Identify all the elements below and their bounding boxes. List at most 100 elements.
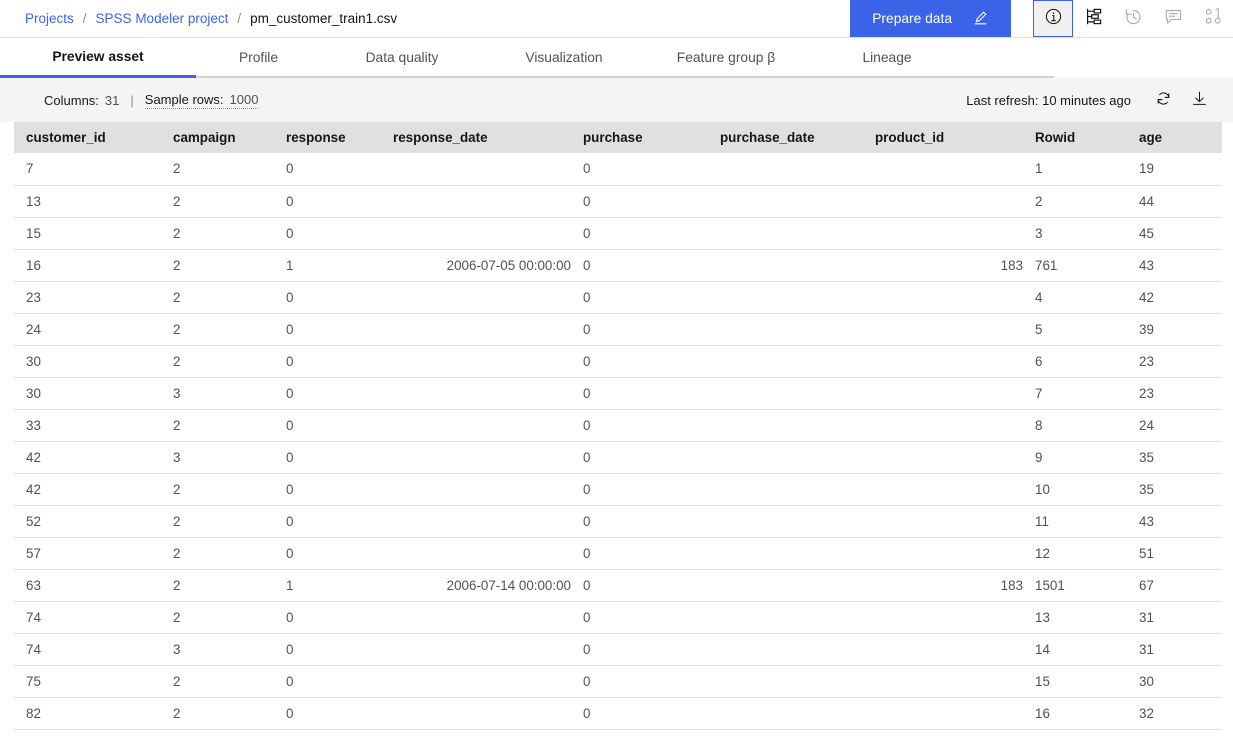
refresh-button[interactable] (1147, 84, 1179, 116)
column-header-campaign[interactable]: campaign (161, 122, 274, 153)
table-row[interactable]: 75 2 0 0 15 30 (14, 665, 1222, 698)
cell-customer_id: 75 (14, 665, 161, 698)
info-icon-button[interactable] (1033, 0, 1073, 37)
cell-age: 43 (1127, 249, 1222, 282)
cell-product_id (863, 441, 1023, 474)
cell-product_id (863, 377, 1023, 410)
cell-response: 0 (274, 377, 381, 410)
cell-age: 35 (1127, 441, 1222, 474)
download-button[interactable] (1183, 84, 1215, 116)
cell-campaign: 2 (161, 601, 274, 634)
table-row[interactable]: 15 2 0 0 3 45 (14, 217, 1222, 250)
comment-icon-button[interactable] (1153, 0, 1193, 37)
cell-purchase: 0 (571, 185, 708, 218)
cell-response_date: 2006-07-05 00:00:00 (381, 249, 571, 282)
cell-customer_id: 13 (14, 185, 161, 218)
cell-response_date (381, 633, 571, 666)
top-bar-actions: Prepare data (850, 0, 1233, 37)
cell-response: 0 (274, 345, 381, 378)
info-bar-actions: Last refresh: 10 minutes ago (966, 84, 1215, 116)
cell-product_id (863, 697, 1023, 730)
column-header-purchase_date[interactable]: purchase_date (708, 122, 863, 153)
table-row[interactable]: 82 2 0 0 16 32 (14, 697, 1222, 730)
cell-purchase: 0 (571, 281, 708, 314)
cell-customer_id: 15 (14, 217, 161, 250)
preview-data-table: customer_id campaign response response_d… (14, 122, 1222, 730)
table-row[interactable]: 52 2 0 0 11 43 (14, 505, 1222, 538)
cell-campaign: 2 (161, 345, 274, 378)
column-header-purchase[interactable]: purchase (571, 122, 708, 153)
cell-purchase_date (708, 185, 863, 218)
history-icon-button[interactable] (1113, 0, 1153, 37)
prepare-data-button[interactable]: Prepare data (850, 0, 1011, 37)
tabs-underline-tail (967, 38, 1054, 78)
column-header-Rowid[interactable]: Rowid (1023, 122, 1127, 153)
table-row[interactable]: 7 2 0 0 1 19 (14, 153, 1222, 186)
cell-campaign: 2 (161, 281, 274, 314)
column-header-age[interactable]: age (1127, 122, 1222, 153)
cell-response_date: 2006-07-14 00:00:00 (381, 569, 571, 602)
tab-lineage[interactable]: Lineage (807, 38, 967, 78)
cell-purchase: 0 (571, 345, 708, 378)
table-row[interactable]: 24 2 0 0 5 39 (14, 313, 1222, 346)
breadcrumb-project-link[interactable]: SPSS Modeler project (96, 11, 229, 26)
cell-Rowid: 2 (1023, 185, 1127, 218)
cell-purchase: 0 (571, 217, 708, 250)
cell-customer_id: 7 (14, 153, 161, 186)
columns-value: 31 (104, 92, 120, 108)
cell-age: 32 (1127, 697, 1222, 730)
cell-customer_id: 16 (14, 249, 161, 282)
cell-purchase_date (708, 473, 863, 506)
cell-response: 0 (274, 441, 381, 474)
table-row[interactable]: 33 2 0 0 8 24 (14, 409, 1222, 442)
cell-age: 23 (1127, 345, 1222, 378)
column-header-product_id[interactable]: product_id (863, 122, 1023, 153)
binary-data-icon-button[interactable] (1193, 0, 1233, 37)
table-row[interactable]: 63 2 1 2006-07-14 00:00:00 0 183 1501 67 (14, 569, 1222, 602)
cell-customer_id: 30 (14, 377, 161, 410)
cell-response: 0 (274, 217, 381, 250)
column-header-response_date[interactable]: response_date (381, 122, 571, 153)
cell-Rowid: 1501 (1023, 569, 1127, 602)
cell-response_date (381, 505, 571, 538)
tab-visualization[interactable]: Visualization (483, 38, 645, 78)
table-row[interactable]: 30 3 0 0 7 23 (14, 377, 1222, 410)
cell-product_id (863, 537, 1023, 570)
column-header-customer_id[interactable]: customer_id (14, 122, 161, 153)
breadcrumb-projects-link[interactable]: Projects (25, 11, 74, 26)
table-body: 7 2 0 0 1 19 13 2 0 0 2 44 15 2 0 0 3 45 16 2 1 2006-07-05 00… (14, 153, 1222, 730)
table-row[interactable]: 16 2 1 2006-07-05 00:00:00 0 183 761 43 (14, 249, 1222, 282)
cell-Rowid: 761 (1023, 249, 1127, 282)
cell-response: 1 (274, 569, 381, 602)
cell-customer_id: 82 (14, 697, 161, 730)
table-row[interactable]: 42 3 0 0 9 35 (14, 441, 1222, 474)
table-row[interactable]: 23 2 0 0 4 42 (14, 281, 1222, 314)
table-row[interactable]: 30 2 0 0 6 23 (14, 345, 1222, 378)
table-row[interactable]: 13 2 0 0 2 44 (14, 185, 1222, 218)
cell-purchase: 0 (571, 441, 708, 474)
cell-customer_id: 23 (14, 281, 161, 314)
cell-product_id: 183 (863, 569, 1023, 602)
flow-hierarchy-icon-button[interactable] (1073, 0, 1113, 37)
cell-customer_id: 42 (14, 473, 161, 506)
tab-data-quality[interactable]: Data quality (321, 38, 483, 78)
table-row[interactable]: 74 2 0 0 13 31 (14, 601, 1222, 634)
column-header-response[interactable]: response (274, 122, 381, 153)
cell-purchase: 0 (571, 377, 708, 410)
cell-response_date (381, 281, 571, 314)
cell-campaign: 2 (161, 249, 274, 282)
tab-profile[interactable]: Profile (196, 38, 321, 78)
columns-label: Columns: (44, 92, 99, 108)
cell-customer_id: 57 (14, 537, 161, 570)
table-row[interactable]: 57 2 0 0 12 51 (14, 537, 1222, 570)
tab-feature-group[interactable]: Feature group β (645, 38, 807, 78)
cell-response_date (381, 409, 571, 442)
table-row[interactable]: 74 3 0 0 14 31 (14, 633, 1222, 666)
sample-rows-tooltip-trigger[interactable]: Sample rows: 1000 (144, 92, 259, 109)
cell-customer_id: 42 (14, 441, 161, 474)
cell-Rowid: 14 (1023, 633, 1127, 666)
preview-table-container[interactable]: customer_id campaign response response_d… (0, 122, 1233, 733)
table-row[interactable]: 42 2 0 0 10 35 (14, 473, 1222, 506)
cell-product_id (863, 185, 1023, 218)
tab-preview-asset[interactable]: Preview asset (0, 38, 196, 78)
